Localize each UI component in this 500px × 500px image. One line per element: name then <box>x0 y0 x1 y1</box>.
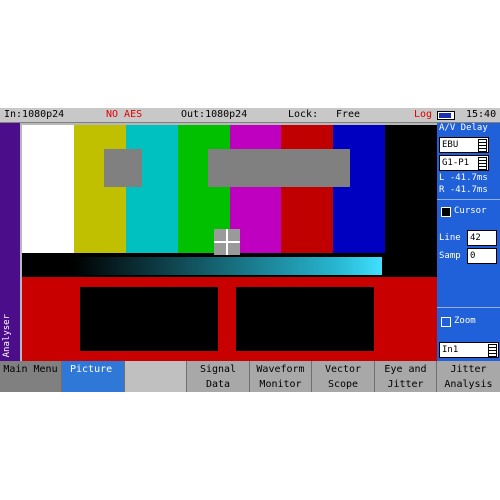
color-bar <box>125 125 178 253</box>
scroll-icon <box>488 344 497 358</box>
menu-main-menu[interactable]: Main Menu <box>0 361 62 392</box>
line-value: 42 <box>470 233 481 243</box>
group-value: G1-P1 <box>442 158 470 168</box>
picture-display <box>22 125 438 361</box>
divider <box>437 307 500 308</box>
lock-label: Lock: <box>288 109 319 120</box>
color-bar <box>73 125 126 253</box>
log-indicator[interactable]: Log <box>414 108 432 122</box>
black-box-left <box>80 287 218 351</box>
menu-picture-label: Picture <box>70 364 113 375</box>
color-bar <box>281 125 334 253</box>
samp-value: 0 <box>470 251 476 261</box>
battery-icon <box>437 111 455 120</box>
menu-jitter-line2: Analysis <box>444 379 493 390</box>
zoom-value: In1 <box>442 345 459 355</box>
color-bar <box>385 125 438 253</box>
standard-value: EBU <box>442 140 459 150</box>
menu-signal-line2: Data <box>205 379 231 390</box>
menu-eye-line1: Eye and <box>384 364 427 375</box>
menu-picture[interactable]: Picture <box>62 361 125 392</box>
menu-waveform-monitor[interactable]: Waveform Monitor <box>250 361 312 392</box>
zoom-checkbox[interactable] <box>441 317 451 327</box>
menu-jitter-analysis[interactable]: Jitter Analysis <box>437 361 500 392</box>
color-bar <box>22 125 74 253</box>
aes-status: NO AES <box>106 109 143 120</box>
menu-main-menu-label: Main Menu <box>3 364 58 375</box>
menu-vector-line2: Scope <box>327 379 359 390</box>
line-label: Line <box>439 233 461 243</box>
cursor-label: Cursor <box>454 206 487 216</box>
line-input[interactable]: 42 <box>467 230 497 246</box>
analyser-tab-label: Analyser <box>2 313 12 357</box>
menu-vector-line1: Vector <box>324 364 362 375</box>
status-bar: In:1080p24 NO AES Out:1080p24 Lock: Free… <box>0 108 500 123</box>
menu-vector-scope[interactable]: Vector Scope <box>312 361 375 392</box>
color-bar <box>333 125 386 253</box>
menu-eye-jitter[interactable]: Eye and Jitter <box>375 361 437 392</box>
right-delay: R -41.7ms <box>439 185 488 195</box>
lower-red-field <box>22 277 437 361</box>
analyser-screen: In:1080p24 NO AES Out:1080p24 Lock: Free… <box>0 108 500 392</box>
menu-jitter-line1: Jitter <box>450 364 487 375</box>
av-delay-title: A/V Delay <box>439 123 488 133</box>
scroll-icon <box>478 139 487 153</box>
output-format: Out:1080p24 <box>181 109 248 120</box>
black-box-right <box>236 287 374 351</box>
group-select[interactable]: G1-P1 <box>439 155 489 171</box>
zoom-select[interactable]: In1 <box>439 342 499 358</box>
menu-waveform-line1: Waveform <box>256 364 305 375</box>
samp-input[interactable]: 0 <box>467 248 497 264</box>
analyser-tab[interactable]: Analyser <box>0 123 20 361</box>
zoom-label: Zoom <box>454 316 476 326</box>
cursor-crosshair[interactable] <box>214 229 240 255</box>
menu-eye-line2: Jitter <box>387 379 424 390</box>
luma-ramp <box>72 257 382 275</box>
menu-signal-line1: Signal <box>199 364 237 375</box>
clock: 15:40 <box>466 109 497 120</box>
right-panel: A/V Delay EBU G1-P1 L -41.7ms R -41.7ms … <box>437 123 500 361</box>
cursor-checkbox[interactable] <box>441 207 451 217</box>
scroll-icon <box>478 157 487 171</box>
left-delay: L -41.7ms <box>439 173 488 183</box>
menu-signal-data[interactable]: Signal Data <box>187 361 250 392</box>
standard-select[interactable]: EBU <box>439 137 489 153</box>
pluge-box-left <box>104 149 142 187</box>
samp-label: Samp <box>439 251 461 261</box>
input-format: In:1080p24 <box>4 109 65 120</box>
divider <box>437 199 500 200</box>
menu-waveform-line2: Monitor <box>259 379 302 390</box>
pluge-box-right <box>208 149 350 187</box>
menu-blank[interactable] <box>125 361 187 392</box>
bottom-menu: Main Menu Picture Signal Data Waveform M… <box>0 361 500 392</box>
lock-value: Free <box>336 109 361 120</box>
